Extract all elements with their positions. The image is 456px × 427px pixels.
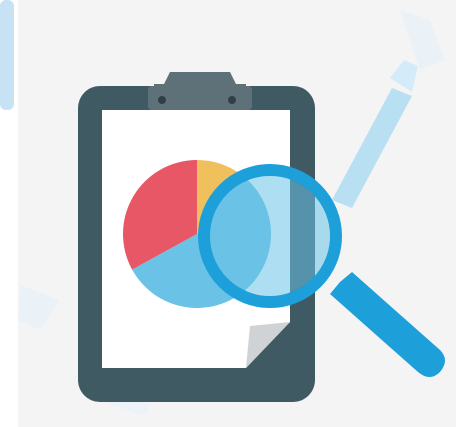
magnifier-lens [210,176,330,296]
edge-accent [0,0,14,110]
illustration-canvas [0,0,456,427]
analysis-illustration [0,0,456,427]
clip-hole-left [158,96,166,104]
clip-hole-right [228,96,236,104]
